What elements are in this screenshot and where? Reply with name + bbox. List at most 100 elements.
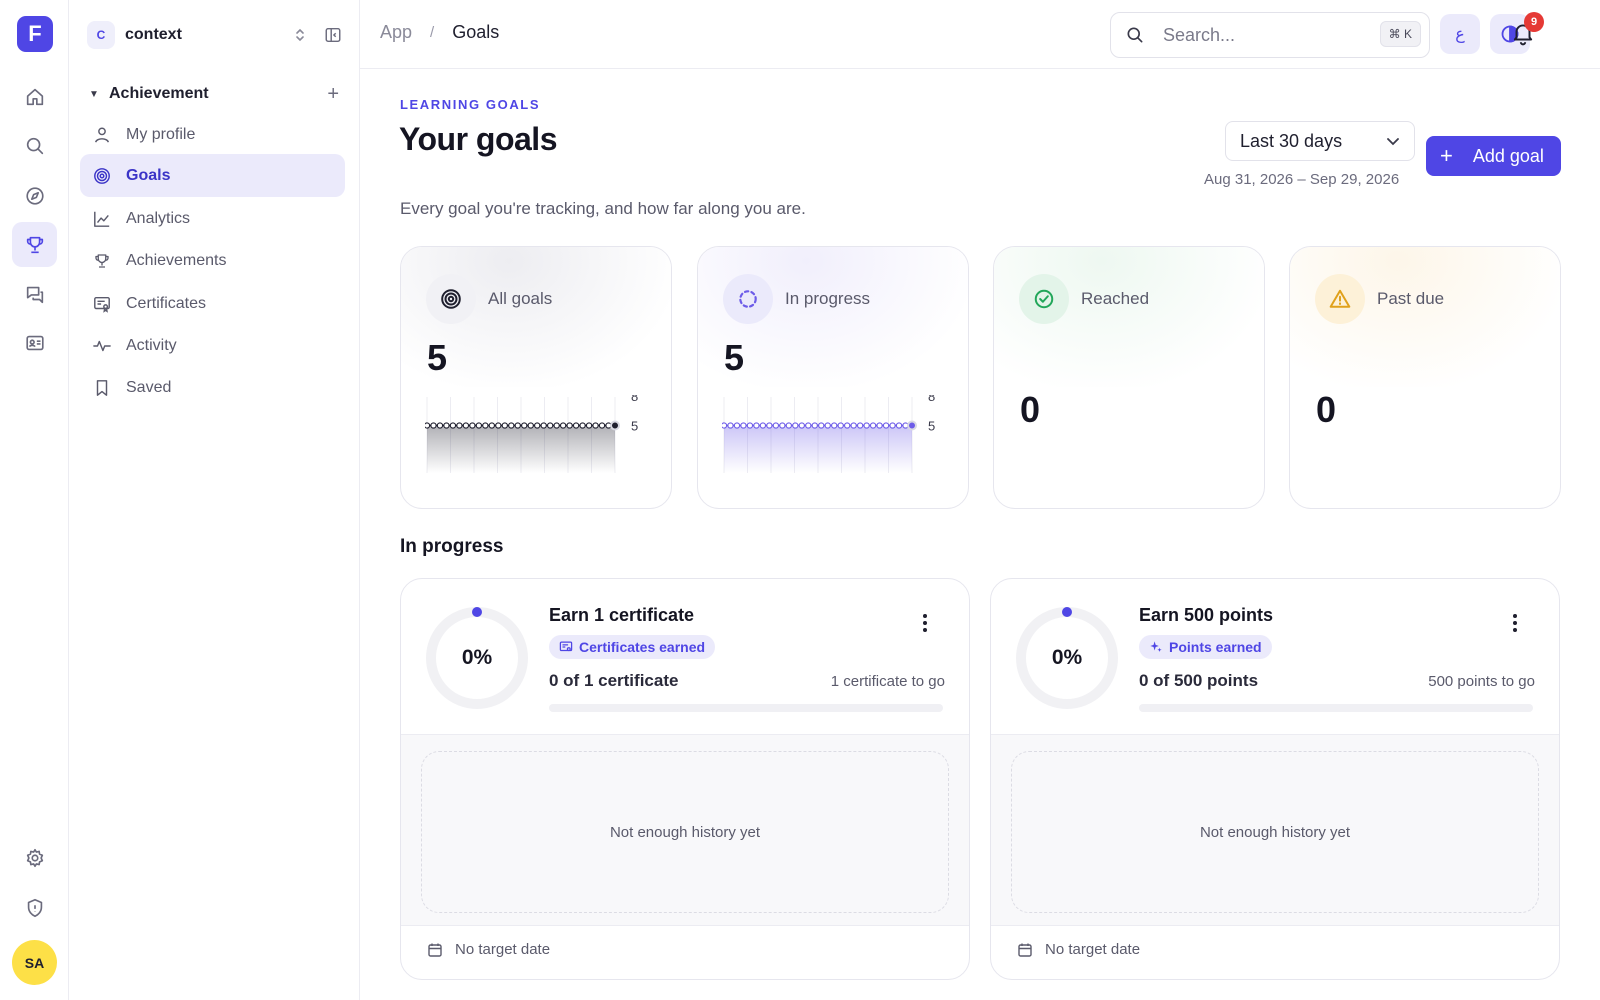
sparkline-point (514, 422, 521, 429)
date-range-value: Last 30 days (1240, 130, 1343, 151)
page-title: Your goals (399, 121, 557, 157)
certificate-icon (94, 296, 110, 313)
sparkline-point (907, 420, 917, 431)
sparkle-icon (1150, 641, 1162, 652)
sidebar-item-activity[interactable]: Activity (80, 324, 345, 367)
sidebar-item-achievements[interactable]: Achievements (80, 239, 345, 282)
warning-icon (1329, 289, 1351, 308)
sidebar-item-my-profile[interactable]: My profile (80, 113, 345, 156)
rail-explore[interactable] (12, 173, 57, 218)
stat-card-in-progress[interactable]: In progress 5 85 (697, 246, 969, 509)
sparkline-point (430, 422, 437, 429)
sparkline-point (592, 422, 599, 429)
chevron-up-down-icon (296, 28, 304, 42)
sidebar-item-goals[interactable]: Goals (80, 154, 345, 197)
sparkline-point (753, 422, 760, 429)
sparkline-point (425, 422, 431, 429)
rail-profile-card[interactable] (12, 320, 57, 365)
sparkline-point (746, 422, 754, 429)
stat-icon-badge (1019, 274, 1069, 324)
sparkline-point (469, 422, 476, 429)
calendar-icon (428, 943, 442, 957)
rail-security[interactable] (12, 885, 57, 930)
sparkline-chart: 85 (425, 395, 638, 473)
add-icon[interactable]: + (327, 83, 339, 106)
more-options-icon[interactable] (921, 613, 929, 633)
sidebar-item-certificates[interactable]: Certificates (80, 282, 345, 325)
sparkline-point (740, 422, 747, 429)
goal-type-label: Points earned (1169, 639, 1262, 655)
app-logo[interactable]: F (17, 16, 53, 52)
date-range-select[interactable]: Last 30 days (1225, 121, 1415, 161)
sidebar-item-saved[interactable]: Saved (80, 366, 345, 409)
more-options-icon[interactable] (1511, 613, 1519, 633)
sidebar-item-label: Achievements (126, 251, 227, 269)
sparkline-point (733, 422, 741, 429)
sparkline-point (534, 422, 541, 429)
sparkline-point (824, 422, 831, 429)
sparkline-point (482, 422, 489, 429)
search-box[interactable]: ⌘ K (1110, 12, 1430, 58)
sparkline-point (856, 422, 864, 429)
page-subtitle: Every goal you're tracking, and how far … (400, 199, 806, 218)
user-avatar[interactable]: SA (12, 940, 57, 985)
rail-search[interactable] (12, 123, 57, 168)
goal-progress-bar (1139, 704, 1533, 712)
sparkline-area (724, 425, 912, 473)
stat-card-all-goals[interactable]: All goals 5 85 (400, 246, 672, 509)
goal-card[interactable]: 0% Earn 1 certificate Certificates earne… (400, 578, 970, 980)
goal-card[interactable]: 0% Earn 500 points Points earned 0 of 50… (990, 578, 1560, 980)
rail-settings[interactable] (12, 835, 57, 880)
add-goal-button[interactable]: + Add goal (1426, 136, 1561, 176)
stat-value: 0 (1316, 389, 1337, 430)
caret-down-icon: ▼ (89, 88, 99, 100)
sparkline-point (895, 422, 903, 429)
section-achievement[interactable]: ▼ Achievement + (89, 80, 339, 108)
search-input[interactable] (1163, 24, 1363, 46)
progress-percent: 0% (461, 646, 493, 669)
sparkline-point (488, 422, 495, 429)
chat-icon (26, 286, 43, 303)
goal-history-panel: Not enough history yet (401, 734, 969, 926)
target-icon (441, 289, 461, 309)
sparkline-point (805, 422, 812, 429)
id-card-icon (25, 335, 44, 350)
workspace-switcher[interactable]: C context (87, 20, 342, 50)
sparkline-point (876, 422, 883, 429)
sparkline-point (844, 422, 851, 429)
sidebar-item-label: My profile (126, 125, 196, 143)
panel-collapse-icon[interactable] (324, 26, 342, 44)
sidebar-item-label: Analytics (126, 209, 191, 227)
sparkline-point (553, 422, 560, 429)
date-range-label: Aug 31, 2026 – Sep 29, 2026 (1204, 171, 1400, 188)
history-empty-state: Not enough history yet (1011, 751, 1539, 913)
trophy-icon (95, 253, 109, 268)
sparkline-point (572, 422, 580, 429)
stat-card-reached[interactable]: Reached 0 (993, 246, 1265, 509)
stat-card-past-due[interactable]: Past due 0 (1289, 246, 1561, 509)
breadcrumb-root[interactable]: App (380, 22, 412, 43)
sparkline-point (785, 422, 792, 429)
language-button[interactable]: ع (1440, 14, 1480, 54)
sidebar-item-analytics[interactable]: Analytics (80, 197, 345, 240)
sparkline-point (722, 422, 728, 429)
plus-icon: + (1440, 143, 1453, 168)
goal-type-label: Certificates earned (579, 639, 706, 655)
sparkline-point (598, 422, 606, 429)
sparkline-max-label: 8 (631, 395, 638, 404)
rail-home[interactable] (12, 74, 57, 119)
sparkline-point (850, 422, 857, 429)
goal-target-date: No target date (1017, 941, 1140, 958)
bookmark-icon (96, 379, 108, 396)
check-circle-icon (1034, 289, 1054, 309)
sparkline-point (882, 422, 890, 429)
goal-remaining-text: 500 points to go (1428, 673, 1535, 690)
rail-messages[interactable] (12, 271, 57, 316)
trophy-icon (26, 236, 43, 253)
sparkline-point (727, 422, 734, 429)
sparkline-max-label: 8 (928, 395, 935, 404)
rail-achievement[interactable] (12, 222, 57, 267)
shield-icon (27, 898, 42, 917)
sparkline-point (475, 422, 483, 429)
sparkline-point (837, 422, 844, 429)
